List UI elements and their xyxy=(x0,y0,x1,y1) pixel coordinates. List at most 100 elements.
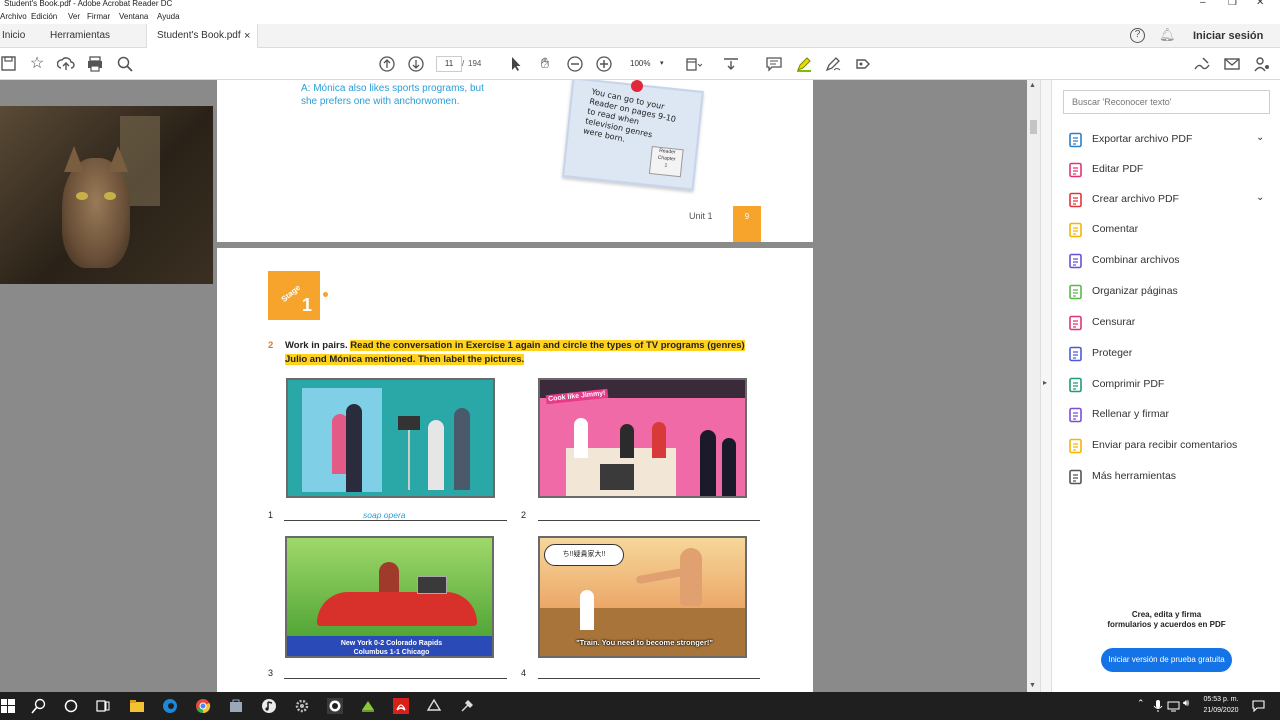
sign-pen-icon[interactable] xyxy=(1193,55,1211,73)
signin-link[interactable]: Iniciar sesión xyxy=(1193,30,1263,42)
item-number-4: 4 xyxy=(521,668,527,678)
tools-search-input[interactable] xyxy=(1063,90,1270,114)
acrobat-reader-icon[interactable] xyxy=(393,698,409,714)
system-clock[interactable]: 05:53 p. m. 21/09/2020 xyxy=(1198,694,1244,716)
create-pdf-icon xyxy=(1069,192,1082,208)
stamp-share-icon[interactable] xyxy=(854,55,872,73)
answer-line-2: she prefers one with anchorwomen. xyxy=(301,96,460,107)
maximize-icon[interactable]: ❐ xyxy=(1228,0,1237,8)
tool-item[interactable]: Proteger xyxy=(1068,344,1268,364)
chevron-down-icon[interactable]: ⌄ xyxy=(1256,132,1264,143)
search-icon[interactable] xyxy=(116,55,134,73)
tab-close-icon[interactable]: × xyxy=(244,24,250,48)
store-app-icon[interactable] xyxy=(228,698,244,714)
page-total: 194 xyxy=(468,59,482,68)
clock-time: 05:53 p. m. xyxy=(1203,696,1239,703)
scroll-up-icon[interactable]: ▲ xyxy=(1029,82,1036,89)
tool-item[interactable]: Crear archivo PDF ⌄ xyxy=(1068,190,1268,210)
compress-pdf-icon xyxy=(1069,377,1082,393)
microphone-icon[interactable] xyxy=(1152,699,1164,713)
hand-tool-icon[interactable]: ✋︎ xyxy=(536,55,554,73)
menu-ventana[interactable]: Ventana xyxy=(119,12,148,21)
tool-item[interactable]: Organizar páginas xyxy=(1068,282,1268,302)
free-trial-button[interactable]: Iniciar versión de prueba gratuita xyxy=(1101,648,1232,672)
minimize-icon[interactable]: – xyxy=(1200,0,1206,8)
scroll-mode-icon[interactable] xyxy=(722,55,740,73)
tool-item[interactable]: Comprimir PDF xyxy=(1068,375,1268,395)
tray-chevron-up-icon[interactable]: ⌃ xyxy=(1137,698,1145,709)
mail-icon[interactable] xyxy=(1223,55,1241,73)
chevron-right-icon[interactable]: ▸ xyxy=(1043,378,1047,387)
share-user-icon[interactable] xyxy=(1253,55,1271,73)
zoom-in-icon[interactable] xyxy=(595,55,613,73)
instruction-bold: Work in pairs. xyxy=(285,340,348,351)
document-area[interactable]: A: Mónica also likes sports programs, bu… xyxy=(0,80,1040,692)
fit-page-icon[interactable] xyxy=(684,55,702,73)
scroll-down-icon[interactable]: ▼ xyxy=(1029,682,1036,689)
file-explorer-icon[interactable] xyxy=(129,698,145,714)
tab-home[interactable]: Inicio xyxy=(2,24,42,48)
edit-pdf-icon xyxy=(1069,162,1082,178)
draw-freehand-icon[interactable] xyxy=(824,55,842,73)
tool-item[interactable]: Comentar xyxy=(1068,220,1268,240)
export-pdf-icon xyxy=(1069,132,1082,148)
comment-icon[interactable] xyxy=(765,55,783,73)
tab-document[interactable]: Student's Book.pdf × xyxy=(146,24,258,49)
tools-app-icon[interactable] xyxy=(459,698,475,714)
highlight-pen-icon[interactable] xyxy=(795,55,813,73)
answer-line-4 xyxy=(538,678,760,679)
menu-archivo[interactable]: Archivo xyxy=(0,12,27,21)
music-app-icon[interactable] xyxy=(261,698,277,714)
pane-collapse-handle[interactable]: ▸ xyxy=(1040,80,1051,692)
tab-document-label: Student's Book.pdf xyxy=(157,30,241,41)
zoom-out-icon[interactable] xyxy=(566,55,584,73)
combine-files-icon xyxy=(1069,253,1082,269)
menu-firmar[interactable]: Firmar xyxy=(87,12,110,21)
tool-item[interactable]: Combinar archivos xyxy=(1068,251,1268,271)
taskbar-search-icon[interactable] xyxy=(31,698,47,714)
edge-browser-icon[interactable] xyxy=(162,698,178,714)
green-app-icon[interactable] xyxy=(360,698,376,714)
menu-edicion[interactable]: Edición xyxy=(31,12,57,21)
recycle-app-icon[interactable] xyxy=(426,698,442,714)
obs-recorder-icon[interactable] xyxy=(327,698,343,714)
next-page-icon[interactable] xyxy=(407,55,425,73)
vertical-scrollbar[interactable]: ▲ ▼ xyxy=(1027,80,1040,692)
close-window-icon[interactable]: ✕ xyxy=(1256,0,1264,8)
upload-cloud-icon[interactable] xyxy=(57,55,75,73)
save-icon[interactable] xyxy=(0,55,18,73)
page-number-input[interactable]: 11 xyxy=(436,56,462,72)
settings-gear-icon[interactable] xyxy=(294,698,310,714)
menu-ayuda[interactable]: Ayuda xyxy=(157,12,180,21)
network-icon[interactable] xyxy=(1167,699,1180,713)
window-title: Student's Book.pdf - Adobe Acrobat Reade… xyxy=(4,0,173,8)
exercise-number: 2 xyxy=(268,340,274,351)
tab-tools[interactable]: Herramientas xyxy=(50,24,130,48)
prev-page-icon[interactable] xyxy=(378,55,396,73)
chrome-browser-icon[interactable] xyxy=(195,698,211,714)
cortana-icon[interactable] xyxy=(63,698,79,714)
windows-start-icon[interactable] xyxy=(0,698,16,714)
select-cursor-icon[interactable] xyxy=(507,55,525,73)
tool-item[interactable]: Censurar xyxy=(1068,313,1268,333)
tool-item[interactable]: Rellenar y firmar xyxy=(1068,405,1268,425)
reader-note-card: You can go to your Reader on pages 9-10 … xyxy=(562,80,704,191)
scroll-thumb[interactable] xyxy=(1030,120,1037,134)
tool-item[interactable]: Exportar archivo PDF ⌄ xyxy=(1068,130,1268,150)
tool-item[interactable]: Más herramientas xyxy=(1068,467,1268,487)
chevron-down-icon: ▾ xyxy=(660,60,664,67)
tool-item-label: Proteger xyxy=(1092,347,1133,359)
volume-icon[interactable]: 🔊︎ xyxy=(1183,698,1189,709)
bookmark-star-icon[interactable]: ☆ xyxy=(28,55,46,73)
help-icon[interactable]: ? xyxy=(1130,28,1145,43)
tool-item[interactable]: Editar PDF xyxy=(1068,160,1268,180)
zoom-select[interactable]: 100% ▾ xyxy=(624,56,670,72)
chef-figure xyxy=(574,418,588,458)
notifications-icon[interactable] xyxy=(1252,700,1265,712)
menu-ver[interactable]: Ver xyxy=(68,12,80,21)
chevron-down-icon[interactable]: ⌄ xyxy=(1256,192,1264,203)
task-view-icon[interactable] xyxy=(95,698,111,714)
bell-icon[interactable]: 🔔︎ xyxy=(1159,27,1176,43)
print-icon[interactable] xyxy=(86,55,104,73)
tool-item[interactable]: Enviar para recibir comentarios xyxy=(1068,436,1268,456)
